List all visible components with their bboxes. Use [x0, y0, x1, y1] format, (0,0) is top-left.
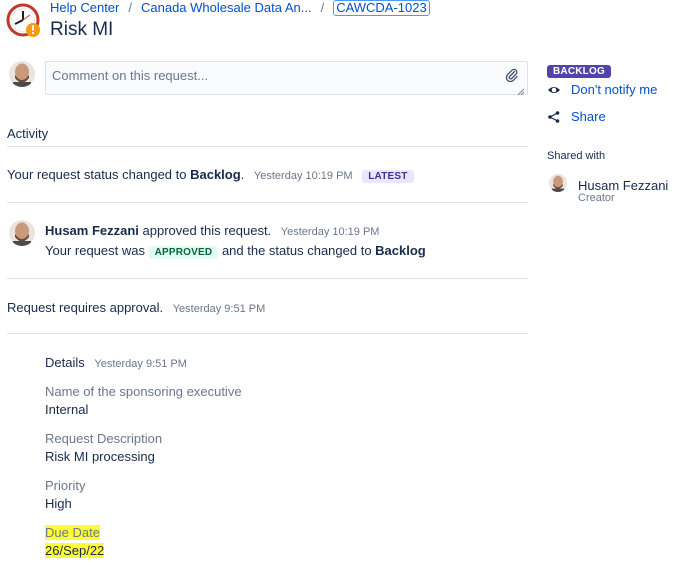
help-center-logo-icon[interactable] — [6, 3, 42, 39]
share-icon — [548, 110, 560, 123]
comment-input[interactable]: Comment on this request... — [45, 61, 528, 96]
detail-field: Request Description Risk MI processing — [45, 431, 242, 465]
field-value: Internal — [45, 402, 89, 417]
request-details: Details Yesterday 9:51 PM Name of the sp… — [45, 354, 242, 559]
event-timestamp: Yesterday 9:51 PM — [172, 303, 266, 315]
breadcrumb-help-center[interactable]: Help Center — [50, 0, 119, 16]
event-action: approved this request. — [138, 223, 272, 238]
latest-badge: LATEST — [362, 170, 414, 183]
divider — [7, 146, 528, 147]
field-value: High — [45, 496, 72, 511]
shared-user-role: Creator — [578, 192, 615, 204]
divider — [7, 278, 528, 279]
field-label: Name of the sponsoring executive — [45, 384, 242, 399]
breadcrumb: Help Center / Canada Wholesale Data An..… — [50, 0, 430, 16]
event-text-end: . — [240, 167, 245, 182]
field-value: 26/Sep/22 — [45, 543, 105, 558]
avatar — [9, 220, 35, 246]
activity-heading: Activity — [7, 126, 49, 141]
details-header: Details Yesterday 9:51 PM — [45, 354, 242, 373]
event-text: Your request status changed to — [7, 167, 191, 182]
field-value: Risk MI processing — [45, 449, 155, 464]
activity-approval-required: Request requires approval. Yesterday 9:5… — [7, 299, 265, 318]
divider — [7, 333, 528, 334]
field-label: Request Description — [45, 431, 163, 446]
event-user: Husam Fezzani — [45, 223, 139, 238]
breadcrumb-separator: / — [128, 0, 132, 15]
event-text: and the status changed to — [218, 243, 376, 258]
event-status: Backlog — [190, 167, 241, 182]
event-text: Request requires approval. — [7, 300, 164, 315]
shared-with-heading: Shared with — [547, 150, 606, 162]
resize-handle-icon[interactable] — [517, 84, 525, 96]
share-label[interactable]: Share — [571, 109, 606, 124]
detail-field: Priority High — [45, 478, 242, 512]
divider — [7, 202, 528, 203]
activity-approval: Husam Fezzani approved this request. Yes… — [45, 222, 379, 241]
breadcrumb-separator: / — [320, 0, 325, 15]
details-heading: Details — [45, 355, 85, 370]
field-label: Priority — [45, 478, 86, 493]
eye-icon — [548, 86, 560, 93]
event-timestamp: Yesterday 10:19 PM — [280, 226, 380, 238]
detail-field-due-date: Due Date 26/Sep/22 — [45, 525, 242, 559]
detail-field: Name of the sponsoring executive Interna… — [45, 384, 242, 418]
avatar — [9, 61, 35, 87]
event-text: Your request was — [45, 243, 149, 258]
notify-label[interactable]: Don't notify me — [571, 82, 657, 97]
details-timestamp: Yesterday 9:51 PM — [94, 358, 187, 370]
notify-toggle[interactable]: Don't notify me — [547, 82, 657, 97]
approved-badge: APPROVED — [148, 246, 219, 259]
event-timestamp: Yesterday 10:19 PM — [253, 170, 353, 182]
breadcrumb-issue-key[interactable]: CAWCDA-1023 — [333, 0, 430, 16]
avatar — [549, 174, 567, 192]
share-action[interactable]: Share — [547, 109, 606, 124]
status-badge[interactable]: BACKLOG — [547, 62, 611, 78]
breadcrumb-project[interactable]: Canada Wholesale Data An... — [141, 0, 312, 16]
activity-approval-detail: Your request was APPROVED and the status… — [45, 242, 426, 262]
shared-user-name: Husam Fezzani — [578, 178, 669, 193]
activity-status-change: Your request status changed to Backlog. … — [7, 166, 414, 186]
field-label: Due Date — [45, 525, 100, 540]
event-status: Backlog — [375, 243, 426, 258]
paperclip-icon[interactable] — [505, 68, 519, 83]
status-badge-label: BACKLOG — [547, 65, 611, 78]
comment-placeholder: Comment on this request... — [52, 68, 209, 83]
page-title: Risk MI — [50, 19, 114, 40]
